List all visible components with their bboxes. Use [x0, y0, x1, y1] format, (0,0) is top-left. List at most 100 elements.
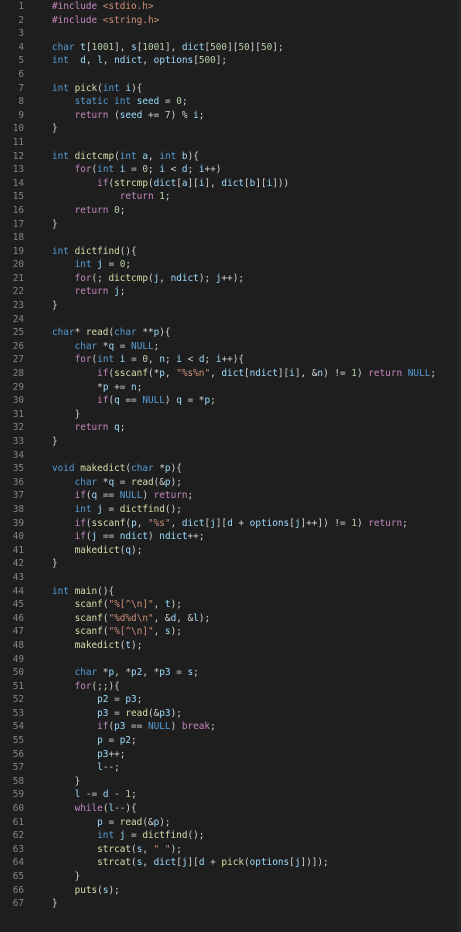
code-line[interactable]: 59 l -= d - 1;	[0, 788, 461, 802]
code-line[interactable]: 26 char *q = NULL;	[0, 340, 461, 354]
code-line[interactable]: 50 char *p, *p2, *p3 = s;	[0, 666, 461, 680]
code-line[interactable]: 40 if(j == ndict) ndict++;	[0, 530, 461, 544]
code-line[interactable]: 48 makedict(t);	[0, 639, 461, 653]
code-text: makedict(t);	[74, 639, 143, 651]
code-line[interactable]: 8 static int seed = 0;	[0, 95, 461, 109]
line-number: 31	[12, 408, 24, 420]
line-number: 15	[12, 191, 24, 203]
code-text: int dictfind(){	[52, 245, 137, 257]
code-line[interactable]: 21 for(; dictcmp(j, ndict); j++);	[0, 272, 461, 286]
code-line[interactable]: 15 return 1;	[0, 190, 461, 204]
code-line[interactable]: 17}	[0, 218, 461, 232]
line-number: 9	[18, 109, 24, 121]
code-line[interactable]: 57 l--;	[0, 761, 461, 775]
code-text: int pick(int i){	[52, 82, 143, 94]
line-number: 37	[12, 490, 24, 502]
code-line[interactable]: 16 return 0;	[0, 204, 461, 218]
code-text: void makedict(char *p){	[52, 463, 182, 475]
code-line[interactable]: 54 if(p3 == NULL) break;	[0, 720, 461, 734]
code-line[interactable]: 11	[0, 136, 461, 150]
code-text: }	[52, 871, 81, 882]
code-text: strcat(s, " ");	[97, 843, 182, 855]
code-line[interactable]: 6	[0, 68, 461, 82]
code-line[interactable]: 64 strcat(s, dict[j][d + pick(options[j]…	[0, 856, 461, 870]
code-line[interactable]: 58 }	[0, 775, 461, 789]
code-text: for(int i = 0, n; i < d; i++){	[74, 354, 245, 366]
line-number: 22	[12, 286, 24, 298]
code-line[interactable]: 60 while(l--){	[0, 802, 461, 816]
code-line[interactable]: 18	[0, 231, 461, 245]
code-line[interactable]: 22 return j;	[0, 285, 461, 299]
code-editor[interactable]: 1 #include <stdio.h> 2 #include <string.h> 3…	[0, 0, 461, 932]
code-line[interactable]: 42}	[0, 557, 461, 571]
code-line[interactable]: 52 p2 = p3;	[0, 693, 461, 707]
code-line[interactable]: 46 scanf("%d%d\n", &d, &l);	[0, 612, 461, 626]
code-line[interactable]: 12 int dictcmp(int a, int b){	[0, 150, 461, 164]
code-line[interactable]: 63 strcat(s, " ");	[0, 843, 461, 857]
code-line[interactable]: 29 *p += n;	[0, 381, 461, 395]
code-line[interactable]: 45 scanf("%[^\n]", t);	[0, 598, 461, 612]
code-line[interactable]: 35 void makedict(char *p){	[0, 462, 461, 476]
line-number: 54	[12, 721, 24, 733]
code-text: if(strcmp(dict[a][i], dict[b][i]))	[97, 177, 290, 189]
code-line[interactable]: 66 puts(s);	[0, 884, 461, 898]
code-line[interactable]: 3	[0, 27, 461, 41]
code-line[interactable]: 56 p3++;	[0, 748, 461, 762]
line-number: 52	[12, 694, 24, 706]
code-text: return q;	[74, 422, 126, 434]
code-line[interactable]: 20 int j = 0;	[0, 258, 461, 272]
code-line[interactable]: 41 makedict(q);	[0, 544, 461, 558]
code-line[interactable]: 33}	[0, 435, 461, 449]
code-line[interactable]: 38 int j = dictfind();	[0, 503, 461, 517]
code-line[interactable]: 49	[0, 653, 461, 667]
code-line[interactable]: 36 char *q = read(&p);	[0, 476, 461, 490]
vertical-scrollbar[interactable]	[457, 0, 461, 932]
code-line[interactable]: 51 for(;;){	[0, 680, 461, 694]
code-text: int dictcmp(int a, int b){	[52, 150, 199, 162]
code-line[interactable]: 23}	[0, 299, 461, 313]
code-lines: 1 #include <stdio.h> 2 #include <string.h> 3…	[0, 0, 461, 911]
code-text: char *p, *p2, *p3 = s;	[74, 667, 199, 679]
code-line[interactable]: 30 if(q == NULL) q = *p;	[0, 394, 461, 408]
line-number: 32	[12, 422, 24, 434]
code-line[interactable]: 13 for(int i = 0; i < d; i++)	[0, 163, 461, 177]
code-line[interactable]: 34	[0, 449, 461, 463]
code-line[interactable]: 53 p3 = read(&p3);	[0, 707, 461, 721]
code-line[interactable]: 25 char* read(char **p){	[0, 326, 461, 340]
code-line[interactable]: 7 int pick(int i){	[0, 82, 461, 96]
code-line[interactable]: 5 int d, l, ndict, options[500];	[0, 54, 461, 68]
code-line[interactable]: 27 for(int i = 0, n; i < d; i++){	[0, 353, 461, 367]
code-line[interactable]: 2 #include <string.h>	[0, 14, 461, 28]
code-line[interactable]: 39 if(sscanf(p, "%s", dict[j][d + option…	[0, 517, 461, 531]
code-line[interactable]: 9 return (seed += 7) % i;	[0, 109, 461, 123]
code-line[interactable]: 1 #include <stdio.h>	[0, 0, 461, 14]
code-line[interactable]: 10}	[0, 122, 461, 136]
code-line[interactable]: 62 int j = dictfind();	[0, 829, 461, 843]
code-line[interactable]: 47 scanf("%[^\n]", s);	[0, 625, 461, 639]
line-number: 40	[12, 531, 24, 543]
line-number: 50	[12, 667, 24, 679]
code-line[interactable]: 67}	[0, 897, 461, 911]
code-text: p3++;	[97, 748, 126, 760]
code-text: p = read(&p);	[97, 816, 171, 828]
line-number: 30	[12, 395, 24, 407]
line-number: 21	[12, 272, 24, 284]
code-line[interactable]: 44 int main(){	[0, 585, 461, 599]
code-line[interactable]: 61 p = read(&p);	[0, 816, 461, 830]
line-number: 60	[12, 803, 24, 815]
line-number: 59	[12, 789, 24, 801]
code-line[interactable]: 55 p = p2;	[0, 734, 461, 748]
line-number: 67	[12, 898, 24, 910]
code-line[interactable]: 32 return q;	[0, 421, 461, 435]
line-number: 12	[12, 150, 24, 162]
code-line[interactable]: 28 if(sscanf(*p, "%s%n", dict[ndict][i],…	[0, 367, 461, 381]
code-text: int d, l, ndict, options[500];	[52, 55, 228, 67]
code-line[interactable]: 19 int dictfind(){	[0, 245, 461, 259]
code-line[interactable]: 65 }	[0, 870, 461, 884]
code-line[interactable]: 14 if(strcmp(dict[a][i], dict[b][i]))	[0, 177, 461, 191]
code-line[interactable]: 24	[0, 313, 461, 327]
code-line[interactable]: 4 char t[1001], s[1001], dict[500][50][50…	[0, 41, 461, 55]
code-line[interactable]: 31 }	[0, 408, 461, 422]
code-line[interactable]: 43	[0, 571, 461, 585]
code-line[interactable]: 37 if(q == NULL) return;	[0, 489, 461, 503]
